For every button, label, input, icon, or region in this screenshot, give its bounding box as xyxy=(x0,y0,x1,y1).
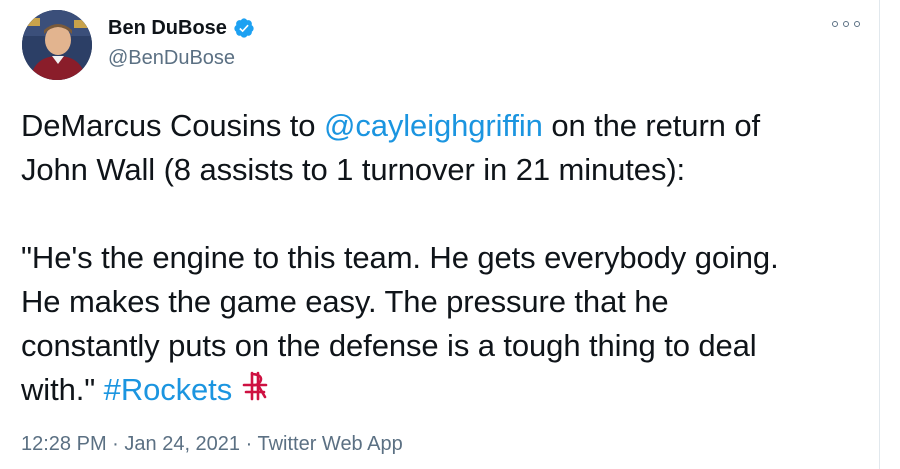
tweet-text: DeMarcus Cousins to @cayleighgriffin on … xyxy=(21,104,871,412)
meta-separator: · xyxy=(240,433,258,455)
avatar-image xyxy=(22,10,92,80)
tweet-metadata: 12:28 PM · Jan 24, 2021 · Twitter Web Ap… xyxy=(21,430,403,458)
more-dot xyxy=(854,21,860,27)
tweet-line: He makes the game easy. The pressure tha… xyxy=(21,284,669,319)
tweet-line: constantly puts on the defense is a toug… xyxy=(21,328,757,363)
tweet-line: with." #Rockets xyxy=(21,368,871,412)
tweet-line: John Wall (8 assists to 1 turnover in 21… xyxy=(21,152,686,187)
tweet-text-segment: on the return of xyxy=(542,108,760,143)
tweet-text-segment: with." xyxy=(21,372,104,407)
tweet-time[interactable]: 12:28 PM xyxy=(21,433,107,455)
tweet-card: Ben DuBose @BenDuBose DeMarcus Cousins t… xyxy=(0,0,880,469)
more-dot xyxy=(843,21,849,27)
more-options-icon[interactable] xyxy=(832,14,860,34)
author-name-row: Ben DuBose xyxy=(108,16,255,40)
tweet-source[interactable]: Twitter Web App xyxy=(257,433,402,455)
more-dot xyxy=(832,21,838,27)
tweet-line: DeMarcus Cousins to @cayleighgriffin on … xyxy=(21,104,871,148)
verified-badge-icon xyxy=(233,17,255,39)
mention-link[interactable]: @cayleighgriffin xyxy=(324,108,543,143)
author-display-name[interactable]: Ben DuBose xyxy=(108,16,227,40)
avatar[interactable] xyxy=(22,10,92,80)
houston-rockets-logo-icon xyxy=(238,369,272,403)
hashtag-link[interactable]: #Rockets xyxy=(104,372,233,407)
author-handle[interactable]: @BenDuBose xyxy=(108,46,235,70)
tweet-text-segment: DeMarcus Cousins to xyxy=(21,108,324,143)
tweet-line: "He's the engine to this team. He gets e… xyxy=(21,240,779,275)
meta-separator: · xyxy=(106,433,125,455)
tweet-date[interactable]: Jan 24, 2021 xyxy=(124,433,240,455)
